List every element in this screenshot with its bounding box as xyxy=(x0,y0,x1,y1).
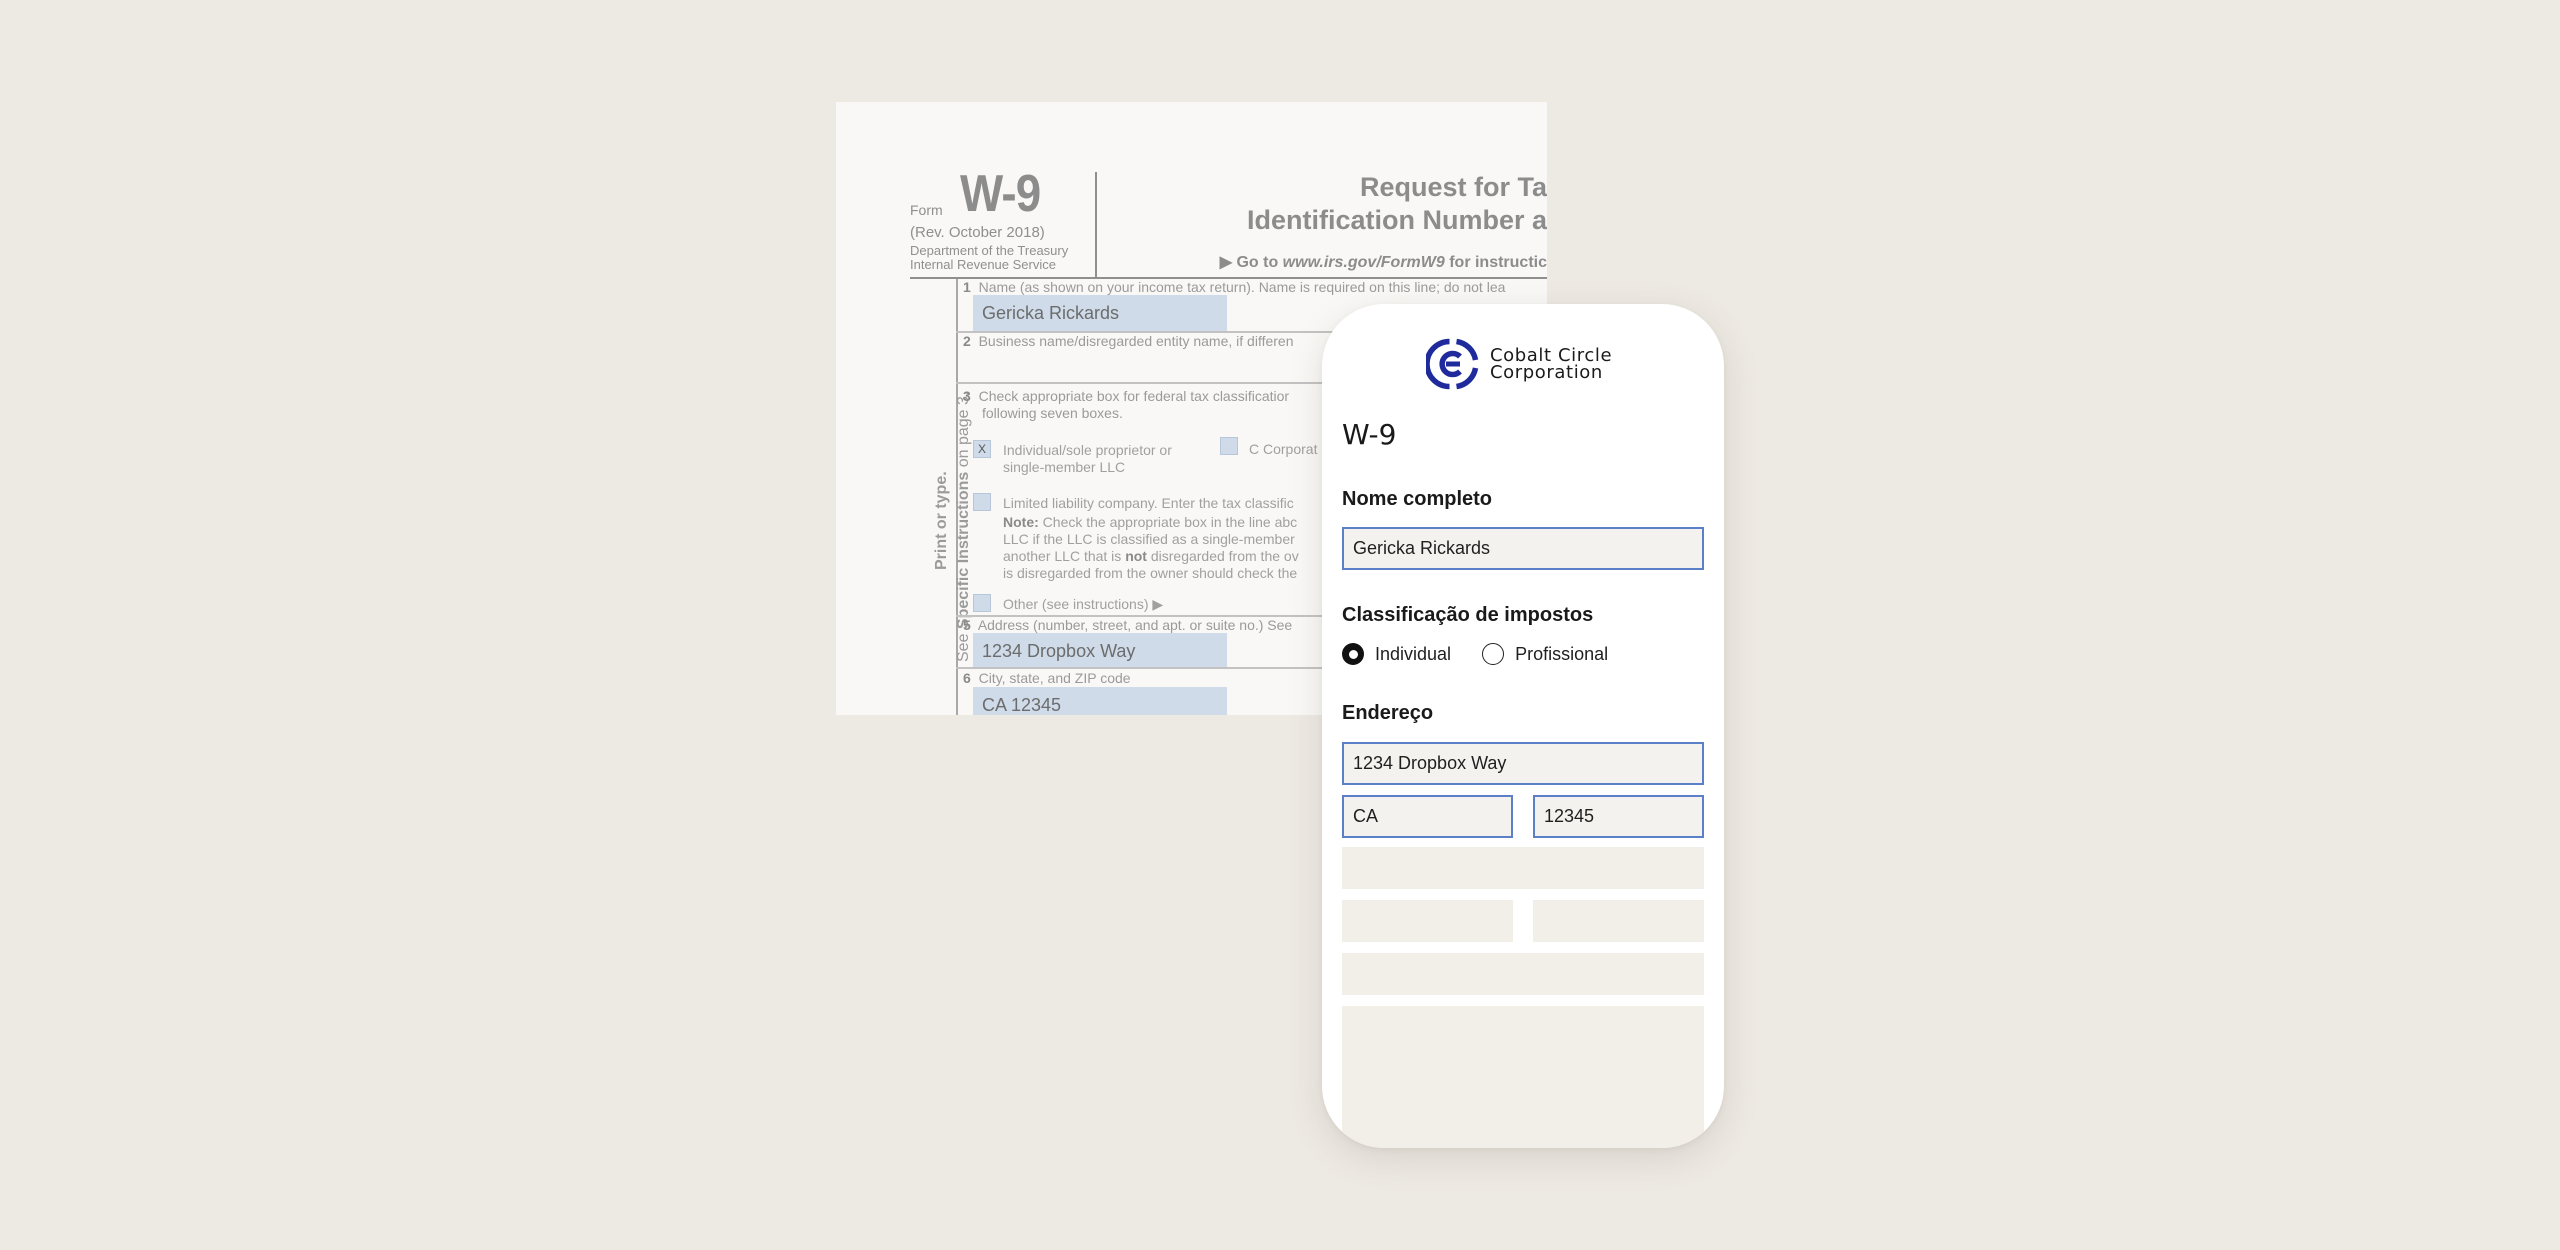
form-revision: (Rev. October 2018) xyxy=(910,224,1045,241)
line6-city-value: CA 12345 xyxy=(973,687,1227,715)
checkbox-individual[interactable]: X xyxy=(973,440,991,458)
cobalt-circle-logo-icon xyxy=(1426,338,1479,390)
other-label: Other (see instructions) ▶ xyxy=(1003,596,1164,612)
full-name-label: Nome completo xyxy=(1342,488,1493,510)
goto-url: www.irs.gov/FormW9 xyxy=(1282,254,1445,271)
radio-profissional[interactable] xyxy=(1482,643,1505,665)
placeholder-field xyxy=(1342,953,1704,995)
line2-num: 2 xyxy=(963,333,971,349)
line5-num: 5 xyxy=(963,617,971,633)
individual-l1: Individual/sole proprietor or xyxy=(1003,442,1172,458)
company-name-line2: Corporation xyxy=(1490,362,1603,383)
company-name: Cobalt Circle Corporation xyxy=(1490,347,1612,383)
line6-label: 6 City, state, and ZIP code xyxy=(963,670,1131,686)
checkbox-llc[interactable] xyxy=(973,493,991,511)
tax-classification-radio-group: Individual Profissional xyxy=(1342,643,1608,665)
note-l3-pre: another LLC that is xyxy=(1003,548,1126,564)
note-l2: LLC if the LLC is classified as a single… xyxy=(1003,531,1295,547)
line5-label: 5 Address (number, street, and apt. or s… xyxy=(963,617,1292,633)
side-text-line1: Print or type. xyxy=(933,471,950,570)
company-logo: Cobalt Circle Corporation xyxy=(1426,337,1612,391)
dept-line2: Internal Revenue Service xyxy=(910,257,1056,272)
note-l3: another LLC that is not disregarded from… xyxy=(1003,548,1299,565)
placeholder-field xyxy=(1342,847,1704,889)
line3-label-2: following seven boxes. xyxy=(982,405,1123,421)
goto-instructions: ▶ Go to www.irs.gov/FormW9 for instructi… xyxy=(1220,252,1547,272)
radio-individual[interactable] xyxy=(1342,643,1364,665)
street-input[interactable]: 1234 Dropbox Way xyxy=(1342,742,1704,785)
line3-text: Check appropriate box for federal tax cl… xyxy=(978,388,1290,404)
placeholder-field xyxy=(1533,900,1704,942)
radio-profissional-label[interactable]: Profissional xyxy=(1515,644,1608,665)
note-l3-post: disregarded from the ov xyxy=(1146,548,1299,564)
individual-label: Individual/sole proprietor or single-memb… xyxy=(1003,442,1172,476)
placeholder-textarea xyxy=(1342,1006,1704,1148)
line6-text: City, state, and ZIP code xyxy=(978,670,1131,686)
individual-l2: single-member LLC xyxy=(1003,459,1126,475)
note-l1: Note: Check the appropriate box in the l… xyxy=(1003,514,1299,531)
line1-text: Name (as shown on your income tax return… xyxy=(978,279,1506,295)
form-number: W-9 xyxy=(960,165,1041,223)
line1-label: 1 Name (as shown on your income tax retu… xyxy=(963,279,1505,295)
line1-num: 1 xyxy=(963,279,971,295)
line3-label: 3 Check appropriate box for federal tax … xyxy=(963,388,1289,404)
goto-suffix: for instructic xyxy=(1444,254,1547,271)
form-title-line1: Request for Ta xyxy=(1359,172,1547,202)
note-l3-bold: not xyxy=(1125,548,1147,564)
line3-num: 3 xyxy=(963,388,971,404)
form-word: Form xyxy=(910,202,943,218)
checkbox-c-corp[interactable] xyxy=(1220,437,1238,455)
c-corp-label: C Corporat xyxy=(1249,441,1318,457)
document-title: W-9 xyxy=(1342,418,1397,451)
line5-address-value: 1234 Dropbox Way xyxy=(973,633,1227,669)
address-label: Endereço xyxy=(1342,702,1434,724)
form-title-line2: Identification Number a xyxy=(1246,205,1547,235)
line5-text: Address (number, street, and apt. or sui… xyxy=(977,617,1293,633)
checkbox-other[interactable] xyxy=(973,594,991,612)
mobile-w9-card: Cobalt Circle Corporation W-9 Nome compl… xyxy=(1322,304,1724,1148)
side-bold: Specific Instructions xyxy=(955,471,972,630)
goto-prefix: ▶ Go to xyxy=(1219,254,1283,271)
note-l4: is disregarded from the owner should che… xyxy=(1003,565,1298,581)
llc-label: Limited liability company. Enter the tax… xyxy=(1003,495,1294,511)
side-pre: See xyxy=(955,629,972,662)
line2-label: 2 Business name/disregarded entity name,… xyxy=(963,333,1294,349)
placeholder-field xyxy=(1342,900,1513,942)
llc-note: Note: Check the appropriate box in the l… xyxy=(1003,514,1299,582)
note-text: Check the appropriate box in the line ab… xyxy=(1038,514,1298,530)
zip-input[interactable]: 12345 xyxy=(1533,795,1704,838)
tax-classification-label: Classificação de impostos xyxy=(1342,604,1594,626)
note-bold: Note: xyxy=(1003,514,1039,530)
line1-name-value: Gericka Rickards xyxy=(973,295,1227,331)
line6-num: 6 xyxy=(963,670,971,686)
dept-line1: Department of the Treasury xyxy=(910,243,1069,258)
line2-text: Business name/disregarded entity name, i… xyxy=(978,333,1294,349)
state-input[interactable]: CA xyxy=(1342,795,1513,838)
header-divider xyxy=(1095,172,1097,278)
radio-individual-label[interactable]: Individual xyxy=(1375,644,1451,665)
full-name-input[interactable]: Gericka Rickards xyxy=(1342,527,1704,570)
